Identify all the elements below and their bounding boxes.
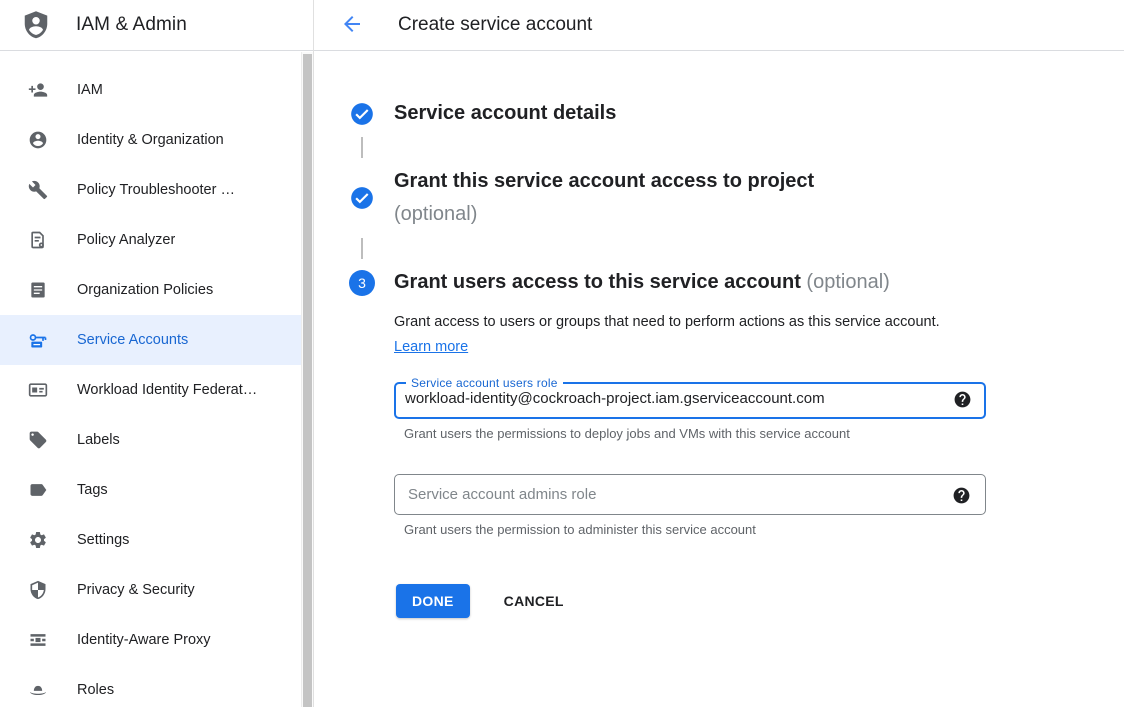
admins-role-field-group [394, 474, 986, 515]
policy-analyzer-icon [28, 230, 48, 250]
main-panel: Create service account Service account d… [314, 0, 1124, 707]
learn-more-link[interactable]: Learn more [394, 339, 468, 355]
sidebar-item-identity-organization[interactable]: Identity & Organization [0, 115, 313, 165]
hat-icon [28, 680, 48, 700]
sidebar-item-label: Identity-Aware Proxy [77, 632, 211, 648]
sidebar-item-label: Identity & Organization [77, 132, 224, 148]
document-icon [28, 280, 48, 300]
step-connector [361, 137, 363, 158]
sidebar-item-privacy-security[interactable]: Privacy & Security [0, 565, 313, 615]
users-role-field-label: Service account users role [406, 376, 563, 390]
sidebar-item-roles[interactable]: Roles [0, 665, 313, 707]
sidebar-item-labels[interactable]: Labels [0, 415, 313, 465]
sidebar-item-service-accounts[interactable]: Service Accounts [0, 315, 313, 365]
sidebar-item-policy-analyzer[interactable]: Policy Analyzer [0, 215, 313, 265]
account-circle-icon [28, 130, 48, 150]
action-buttons: DONE CANCEL [394, 584, 1124, 618]
sidebar-item-label: Privacy & Security [77, 582, 195, 598]
card-icon [28, 380, 48, 400]
sidebar-item-policy-troubleshooter[interactable]: Policy Troubleshooter … [0, 165, 313, 215]
sidebar-header: IAM & Admin [0, 0, 313, 51]
admins-role-helper-text: Grant users the permission to administer… [404, 522, 1124, 537]
sidebar-scrollbar[interactable] [301, 52, 313, 707]
tag-arrow-icon [28, 480, 48, 500]
sidebar-item-label: Policy Troubleshooter … [77, 182, 235, 198]
iam-shield-logo-icon [21, 8, 51, 42]
sidebar-item-label: IAM [77, 82, 103, 98]
sidebar-item-label: Labels [77, 432, 120, 448]
shield-icon [28, 580, 48, 600]
app-title: IAM & Admin [76, 14, 187, 36]
step-3-title: Grant users access to this service accou… [394, 266, 890, 299]
sidebar-nav: IAM Identity & Organization Policy Troub… [0, 51, 313, 707]
wizard-content: Service account details Grant this servi… [314, 51, 1124, 658]
step-1-service-account-details: Service account details [349, 97, 1124, 130]
sidebar-item-settings[interactable]: Settings [0, 515, 313, 565]
check-circle-icon [349, 185, 375, 211]
sidebar-scrollbar-thumb[interactable] [303, 54, 312, 707]
proxy-icon [28, 630, 48, 650]
sidebar-item-workload-identity-federation[interactable]: Workload Identity Federat… [0, 365, 313, 415]
cancel-button[interactable]: CANCEL [504, 593, 564, 609]
help-icon[interactable] [952, 486, 971, 505]
help-icon[interactable] [953, 390, 972, 409]
step-2-grant-access-to-project: Grant this service account access to pro… [349, 165, 1124, 231]
step-3-body: Grant access to users or groups that nee… [394, 310, 1124, 658]
person-add-icon [28, 80, 48, 100]
users-role-helper-text: Grant users the permissions to deploy jo… [404, 426, 986, 441]
check-circle-icon [349, 101, 375, 127]
service-account-key-icon [28, 330, 48, 350]
sidebar-item-label: Tags [77, 482, 108, 498]
step-connector [361, 238, 363, 259]
sidebar-item-tags[interactable]: Tags [0, 465, 313, 515]
admins-role-input[interactable] [408, 486, 941, 503]
users-role-field-outline: Service account users role [394, 376, 986, 419]
iam-admin-app: IAM & Admin IAM Identity & Organization … [0, 0, 1124, 707]
sidebar-item-label: Workload Identity Federat… [77, 382, 257, 398]
step-2-title: Grant this service account access to pro… [394, 165, 814, 231]
sidebar-item-label: Roles [77, 682, 114, 698]
arrow-back-icon [340, 12, 364, 39]
label-tag-icon [28, 430, 48, 450]
sidebar-item-label: Settings [77, 532, 129, 548]
page-header: Create service account [314, 0, 1124, 51]
wrench-icon [28, 180, 48, 200]
step-1-title: Service account details [394, 97, 616, 130]
sidebar-item-label: Policy Analyzer [77, 232, 175, 248]
sidebar: IAM & Admin IAM Identity & Organization … [0, 0, 314, 707]
back-button[interactable] [340, 13, 364, 37]
gear-icon [28, 530, 48, 550]
step-3-description: Grant access to users or groups that nee… [394, 310, 950, 360]
page-title: Create service account [398, 14, 592, 36]
step-3-optional-label: (optional) [806, 271, 889, 293]
step-3-number-badge: 3 [349, 270, 375, 296]
step-2-optional-label: (optional) [394, 203, 477, 225]
users-role-input[interactable] [405, 390, 940, 407]
sidebar-item-iam[interactable]: IAM [0, 65, 313, 115]
sidebar-item-label: Service Accounts [77, 332, 188, 348]
sidebar-item-label: Organization Policies [77, 282, 213, 298]
step-3-grant-users-access: 3 Grant users access to this service acc… [349, 266, 1124, 299]
users-role-field-group: Service account users role Grant users t… [394, 376, 986, 441]
sidebar-item-identity-aware-proxy[interactable]: Identity-Aware Proxy [0, 615, 313, 665]
done-button[interactable]: DONE [396, 584, 470, 618]
sidebar-item-organization-policies[interactable]: Organization Policies [0, 265, 313, 315]
